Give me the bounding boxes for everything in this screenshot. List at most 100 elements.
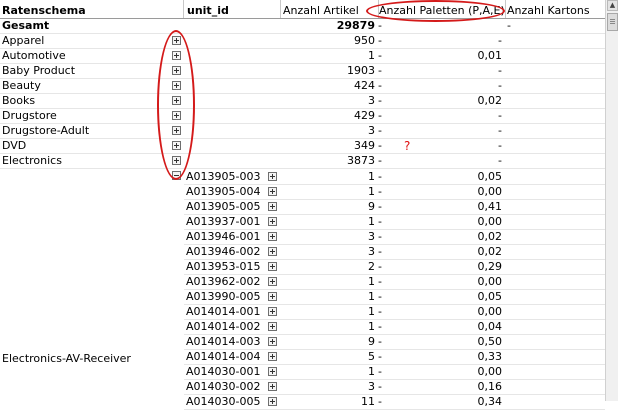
total-paletten: - <box>378 19 382 32</box>
col-header-ratenschema[interactable]: Ratenschema <box>2 4 86 17</box>
unit-artikel: 3 <box>368 230 375 243</box>
unit-paletten: - <box>378 350 382 363</box>
col-header-anzahl-kartons[interactable]: Anzahl Kartons <box>507 4 590 17</box>
group-label: Electronics-AV-Receiver <box>2 352 131 365</box>
plus-box-icon[interactable] <box>268 277 277 286</box>
annotation-question-mark: ? <box>404 139 411 153</box>
category-row[interactable]: Drugstore-Adult 3- - <box>0 123 605 139</box>
unit-kartons: 0,05 <box>477 170 503 183</box>
plus-box-icon[interactable] <box>268 352 277 361</box>
unit-artikel: 1 <box>368 320 375 333</box>
unit-id: A014014-003 <box>186 335 261 348</box>
unit-row[interactable]: A013946-001 3- 0,02 <box>184 229 605 245</box>
category-row[interactable]: Books 3- 0,02 <box>0 93 605 109</box>
vertical-scrollbar[interactable]: ▲ <box>605 0 618 401</box>
unit-row[interactable]: A014014-003 9- 0,50 <box>184 334 605 350</box>
plus-box-icon[interactable] <box>268 217 277 226</box>
category-row[interactable]: Drugstore 429- - <box>0 108 605 124</box>
col-header-unit-id[interactable]: unit_id <box>187 4 229 17</box>
unit-row[interactable]: A014014-004 5- 0,33 <box>184 349 605 365</box>
header-row: Ratenschema unit_id Anzahl Artikel Anzah… <box>0 0 605 19</box>
category-kartons: 0,01 <box>477 49 503 62</box>
category-paletten: - <box>378 79 382 92</box>
unit-artikel: 11 <box>361 395 375 408</box>
unit-row[interactable]: A013905-003 1- 0,05 <box>184 169 605 185</box>
unit-row[interactable]: A013946-002 3- 0,02 <box>184 244 605 260</box>
plus-box-icon[interactable] <box>268 172 277 181</box>
unit-row[interactable]: A013905-005 9- 0,41 <box>184 199 605 215</box>
unit-artikel: 1 <box>368 305 375 318</box>
unit-row[interactable]: A013990-005 1- 0,05 <box>184 289 605 305</box>
unit-id: A013905-004 <box>186 185 261 198</box>
plus-box-icon[interactable] <box>268 232 277 241</box>
unit-artikel: 3 <box>368 245 375 258</box>
category-artikel: 3 <box>368 124 375 137</box>
plus-box-icon[interactable] <box>268 202 277 211</box>
unit-id: A014014-004 <box>186 350 261 363</box>
plus-box-icon[interactable] <box>268 307 277 316</box>
unit-id: A013953-015 <box>186 260 261 273</box>
category-row[interactable]: Automotive 1- 0,01 <box>0 48 605 64</box>
category-artikel: 1 <box>368 49 375 62</box>
category-kartons: - <box>498 139 502 152</box>
unit-paletten: - <box>378 380 382 393</box>
unit-paletten: - <box>378 230 382 243</box>
unit-paletten: - <box>378 170 382 183</box>
plus-box-icon[interactable] <box>268 382 277 391</box>
unit-row[interactable]: A014030-005 11- 0,34 <box>184 394 605 410</box>
plus-box-icon[interactable] <box>268 292 277 301</box>
unit-paletten: - <box>378 275 382 288</box>
unit-row[interactable]: A013953-015 2- 0,29 <box>184 259 605 275</box>
column-divider[interactable] <box>183 0 184 18</box>
unit-artikel: 1 <box>368 170 375 183</box>
category-name: Electronics <box>2 154 62 167</box>
unit-row[interactable]: A014030-001 1- 0,00 <box>184 364 605 380</box>
unit-row[interactable]: A013962-002 1- 0,00 <box>184 274 605 290</box>
category-paletten: - <box>378 124 382 137</box>
category-row[interactable]: Electronics 3873- - <box>0 153 605 169</box>
unit-kartons: 0,02 <box>477 245 503 258</box>
unit-id: A014014-002 <box>186 320 261 333</box>
category-artikel: 424 <box>354 79 375 92</box>
plus-box-icon[interactable] <box>268 187 277 196</box>
category-name: Books <box>2 94 36 107</box>
col-header-anzahl-artikel[interactable]: Anzahl Artikel <box>283 4 359 17</box>
category-artikel: 3 <box>368 94 375 107</box>
unit-row[interactable]: A014014-001 1- 0,00 <box>184 304 605 320</box>
category-kartons: - <box>498 34 502 47</box>
category-paletten: - <box>378 34 382 47</box>
category-name: Drugstore-Adult <box>2 124 90 137</box>
category-kartons: - <box>498 124 502 137</box>
annotation-ellipse-expanders <box>157 30 195 180</box>
unit-kartons: 0,33 <box>477 350 503 363</box>
unit-artikel: 3 <box>368 380 375 393</box>
unit-artikel: 1 <box>368 275 375 288</box>
unit-row[interactable]: A014014-002 1- 0,04 <box>184 319 605 335</box>
unit-row[interactable]: A013905-004 1- 0,00 <box>184 184 605 200</box>
category-row[interactable]: DVD 349- - <box>0 138 605 154</box>
plus-box-icon[interactable] <box>268 322 277 331</box>
scroll-up-arrow-icon[interactable]: ▲ <box>607 0 618 11</box>
category-row[interactable]: Beauty 424- - <box>0 78 605 94</box>
plus-box-icon[interactable] <box>268 397 277 406</box>
category-row[interactable]: Baby Product 1903- - <box>0 63 605 79</box>
category-row[interactable]: Apparel 950- - <box>0 33 605 49</box>
unit-id: A013946-002 <box>186 245 261 258</box>
unit-kartons: 0,50 <box>477 335 503 348</box>
unit-paletten: - <box>378 260 382 273</box>
scrollbar-thumb[interactable] <box>607 13 618 31</box>
unit-row[interactable]: A014030-002 3- 0,16 <box>184 379 605 395</box>
category-artikel: 950 <box>354 34 375 47</box>
plus-box-icon[interactable] <box>268 247 277 256</box>
plus-box-icon[interactable] <box>268 262 277 271</box>
total-row: Gesamt 29879 - - <box>0 18 605 34</box>
category-name: Automotive <box>2 49 66 62</box>
total-label: Gesamt <box>2 19 50 32</box>
unit-paletten: - <box>378 185 382 198</box>
plus-box-icon[interactable] <box>268 337 277 346</box>
column-divider[interactable] <box>280 0 281 18</box>
category-paletten: - <box>378 64 382 77</box>
plus-box-icon[interactable] <box>268 367 277 376</box>
column-divider[interactable] <box>505 0 506 18</box>
unit-row[interactable]: A013937-001 1- 0,00 <box>184 214 605 230</box>
